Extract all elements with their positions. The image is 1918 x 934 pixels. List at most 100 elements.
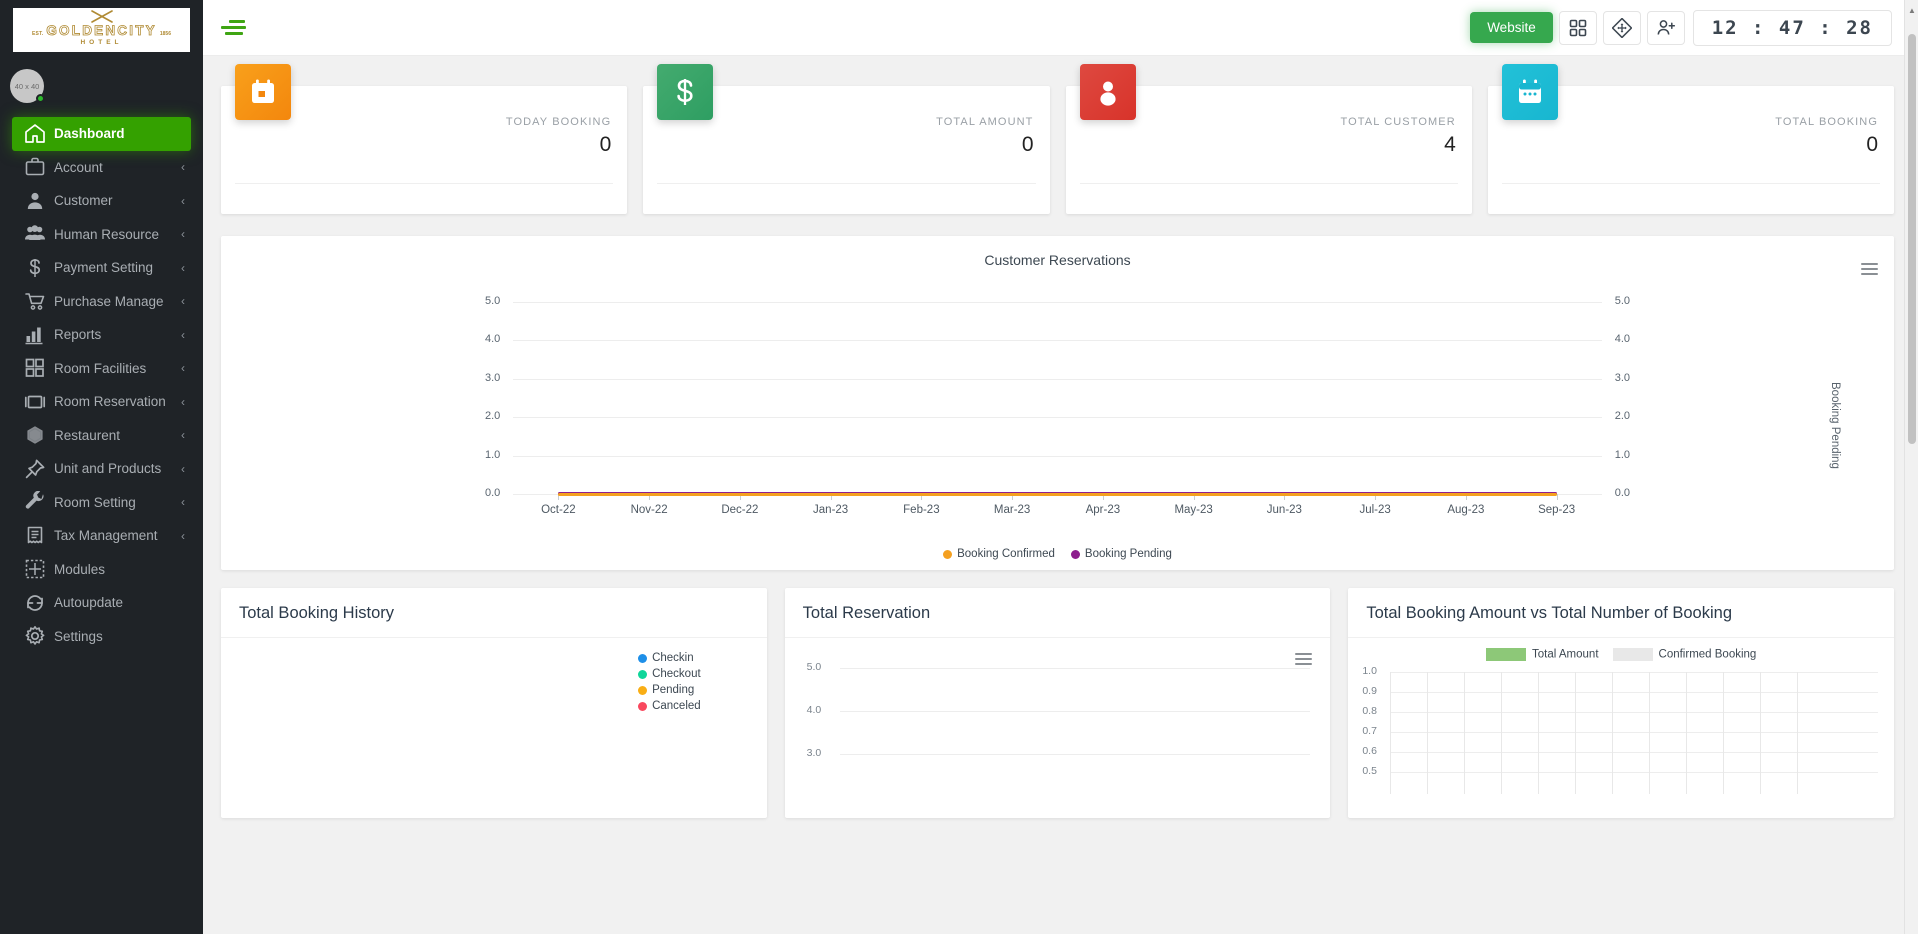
brand-logo[interactable]: EST. GOLDENCITY 1856 HOTEL [13, 8, 190, 52]
legend-label: Pending [652, 684, 695, 696]
sidebar-item-autoupdate[interactable]: Autoupdate [12, 586, 191, 620]
legend-dot [943, 549, 953, 559]
sidebar-item-customer[interactable]: Customer ‹ [12, 184, 191, 218]
stat-card-label: TOTAL AMOUNT [936, 116, 1034, 128]
customer-reservations-chart: 5.0 5.0 4.0 4.0 3.0 3.0 2.0 2.0 1.0 1.0 0.0 0.0 Oct-… [221, 284, 1894, 726]
users-icon [25, 225, 45, 241]
scroll-up-arrow[interactable]: ▲ [1908, 6, 1916, 15]
total-booking-history-title: Total Booking History [221, 588, 767, 638]
sidebar-item-dashboard[interactable]: Dashboard [12, 117, 191, 151]
sidebar-item-label: Purchase Manage [54, 293, 164, 309]
chevron-right-icon: ‹ [181, 327, 185, 342]
y-axis-tick-left: 1.0 [485, 448, 501, 461]
sidebar-item-restaurent[interactable]: Restaurent ‹ [12, 419, 191, 453]
legend-item[interactable]: Canceled [638, 700, 701, 712]
pin-icon [24, 458, 46, 480]
scrollbar-thumb[interactable] [1908, 34, 1916, 444]
legend-label: Canceled [652, 700, 701, 712]
sidebar-item-tax-management[interactable]: Tax Management ‹ [12, 519, 191, 553]
sidebar-item-label: Restaurent [54, 427, 121, 443]
sidebar-item-room-facilities[interactable]: Room Facilities ‹ [12, 352, 191, 386]
x-axis-label: Dec-22 [721, 504, 759, 516]
booking-amount-vs-number-title: Total Booking Amount vs Total Number of … [1348, 588, 1895, 638]
legend-item[interactable]: Checkin [638, 652, 701, 664]
legend-dot [638, 701, 648, 711]
chevron-right-icon: ‹ [181, 260, 185, 275]
sidebar-item-account[interactable]: Account ‹ [12, 151, 191, 185]
y-axis-tick-left: 2.0 [485, 410, 501, 423]
x-axis-label: Nov-22 [630, 504, 668, 516]
chart-legend: Booking Confirmed Booking Pending [221, 548, 1894, 560]
sidebar-item-payment-setting[interactable]: Payment Setting ‹ [12, 251, 191, 285]
legend-swatch [1486, 648, 1527, 661]
y-axis-tick: 3.0 [806, 747, 822, 759]
sidebar-item-room-setting[interactable]: Room Setting ‹ [12, 486, 191, 520]
grid-icon [24, 357, 46, 379]
hexagon-icon [24, 424, 46, 446]
legend-item[interactable]: Pending [638, 684, 701, 696]
apps-grid-button[interactable] [1558, 10, 1597, 45]
legend-item[interactable]: Booking Confirmed [943, 548, 1055, 560]
page-scrollbar[interactable]: ▲ [1904, 0, 1918, 934]
move-diamond-button[interactable] [1602, 10, 1641, 45]
series-line [558, 493, 1557, 496]
vertical-gridline [1501, 672, 1503, 794]
main-area: Website 12: 47: 28 TODAY BOOKING 0 TOT… [203, 0, 1918, 934]
online-status-dot [36, 94, 45, 103]
legend-item[interactable]: Booking Pending [1070, 548, 1172, 560]
gear-icon [25, 626, 45, 646]
sidebar-item-reports[interactable]: Reports ‹ [12, 318, 191, 352]
stat-card-value: 0 [1021, 133, 1034, 156]
dashboard-content: TODAY BOOKING 0 TOTAL AMOUNT 0 TOTAL CUSTOME… [203, 56, 1918, 934]
avatar[interactable]: 40 x 40 [10, 69, 45, 103]
sidebar-item-purchase-manage[interactable]: Purchase Manage ‹ [12, 285, 191, 319]
cart-icon [25, 293, 45, 311]
receipt-icon [27, 526, 43, 544]
sidebar-item-label: Unit and Products [54, 461, 162, 477]
y-axis-tick: 0.8 [1362, 705, 1377, 717]
sidebar-item-label: Account [54, 159, 103, 175]
brand-year: 1856 [159, 30, 171, 37]
y-axis-tick-right: 4.0 [1614, 333, 1630, 346]
y-axis-tick-left: 0.0 [485, 487, 501, 499]
y-axis-tick: 1.0 [1362, 665, 1377, 677]
y-axis-tick: 0.6 [1362, 745, 1377, 757]
chart-menu-icon[interactable] [1861, 260, 1878, 278]
topbar: Website 12: 47: 28 [203, 0, 1918, 56]
total-reservation-title: Total Reservation [784, 588, 1331, 638]
vertical-gridline [1464, 672, 1466, 794]
website-button[interactable]: Website [1470, 12, 1553, 43]
modules-icon [25, 559, 45, 579]
sidebar-item-settings[interactable]: Settings [12, 620, 191, 654]
hexagon-icon [27, 426, 43, 445]
total-booking-history-body: Checkin Checkout Pending Canceled [221, 638, 767, 788]
sidebar-item-modules[interactable]: Modules [12, 553, 191, 587]
legend-label: Total Amount [1532, 648, 1599, 661]
gridline [839, 711, 1311, 712]
legend-item[interactable]: Total Amount [1486, 648, 1599, 661]
vertical-gridline [1612, 672, 1614, 794]
refresh-icon [24, 592, 46, 614]
x-axis-tick [1556, 494, 1558, 500]
total-reservation-menu-icon[interactable] [1295, 650, 1313, 668]
stat-card-value: 0 [1866, 133, 1878, 156]
clock-display: 12 : 47 : 28 [1692, 9, 1892, 46]
apps-grid-icon [1569, 19, 1587, 36]
move-diamond-icon [1611, 17, 1632, 38]
sidebar-item-human-resource[interactable]: Human Resource ‹ [12, 218, 191, 252]
legend-item[interactable]: Confirmed Booking [1612, 648, 1756, 661]
sidebar: EST. GOLDENCITY 1856 HOTEL 40 x 40 Dashb… [0, 0, 203, 934]
y-axis-tick: 0.7 [1362, 725, 1377, 737]
home-icon [24, 123, 46, 145]
sidebar-item-unit-and-products[interactable]: Unit and Products ‹ [12, 452, 191, 486]
hamburger-icon[interactable] [221, 17, 247, 38]
vertical-gridline [1723, 672, 1725, 794]
total-booking-history-panel: Total Booking History Checkin Checkout Pen… [221, 588, 767, 818]
legend-label: Checkin [652, 652, 694, 664]
chevron-right-icon: ‹ [181, 294, 185, 309]
gear-icon [24, 625, 46, 647]
legend-item[interactable]: Checkout [638, 668, 701, 680]
sidebar-item-room-reservation[interactable]: Room Reservation ‹ [12, 385, 191, 419]
add-user-button[interactable] [1646, 10, 1685, 45]
y-axis-tick-left: 3.0 [485, 371, 501, 384]
